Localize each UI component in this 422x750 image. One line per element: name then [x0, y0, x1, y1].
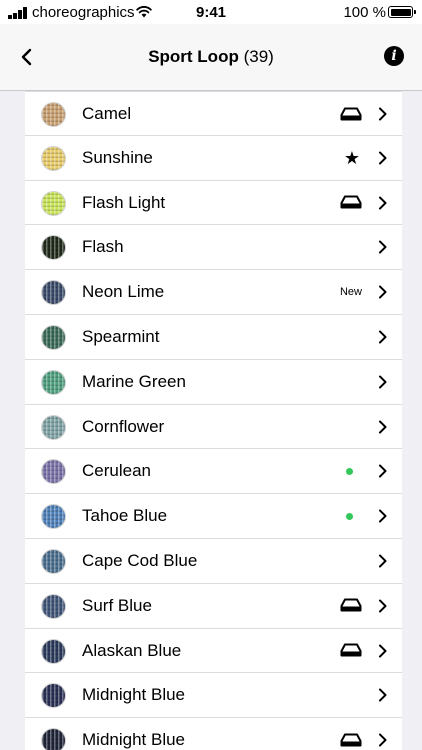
band-swatch-icon — [41, 102, 66, 127]
band-swatch-icon — [41, 190, 66, 216]
chevron-right-icon — [379, 644, 387, 658]
chevron-right-icon — [379, 240, 387, 254]
band-swatch-icon — [41, 145, 66, 171]
band-name: Flash — [82, 237, 124, 257]
band-name: Flash Light — [82, 192, 166, 212]
owned-band-icon — [340, 733, 362, 747]
band-accessory — [340, 92, 362, 136]
band-name: Cape Cod Blue — [82, 550, 198, 570]
page-title-count: (39) — [243, 47, 274, 66]
band-row[interactable]: Neon Lime New — [25, 270, 402, 315]
chevron-right-icon — [379, 285, 387, 299]
owned-band-icon — [340, 195, 362, 209]
band-accessory — [340, 584, 362, 628]
band-accessory — [340, 181, 362, 225]
chevron-right-icon — [379, 151, 387, 165]
page-title-text: Sport Loop — [148, 47, 239, 66]
status-bar: choreographics 9:41 100 % — [0, 0, 422, 24]
band-row[interactable]: Camel — [25, 91, 402, 136]
chevron-right-icon — [379, 420, 387, 434]
band-name: Midnight Blue — [82, 685, 186, 705]
band-accessory — [346, 449, 362, 493]
owned-band-icon — [340, 598, 362, 612]
band-name: Tahoe Blue — [82, 506, 168, 526]
chevron-right-icon — [379, 554, 387, 568]
band-name: Sunshine — [82, 147, 153, 167]
band-row[interactable]: Cornflower — [25, 405, 402, 450]
owned-band-icon — [340, 643, 362, 657]
band-row[interactable]: Marine Green — [25, 360, 402, 405]
owned-band-icon — [340, 107, 362, 120]
chevron-right-icon — [379, 330, 387, 344]
band-accessory: ★ — [344, 136, 362, 180]
chevron-right-icon — [379, 733, 387, 747]
battery-icon — [388, 6, 416, 18]
status-dot-icon — [346, 467, 353, 475]
band-swatch-icon — [41, 728, 66, 750]
band-accessory — [340, 718, 362, 750]
band-row[interactable]: Flash — [25, 225, 402, 271]
new-badge: New — [339, 286, 362, 299]
band-name: Surf Blue — [82, 595, 152, 615]
info-icon[interactable]: i — [384, 46, 404, 66]
favorite-star-icon: ★ — [343, 147, 360, 168]
band-list: Camel Sunshine ★ Flash Light Flash Neon Lime N… — [25, 91, 402, 750]
band-name: Alaskan Blue — [82, 640, 182, 660]
band-swatch-icon — [41, 638, 66, 664]
band-row[interactable]: Midnight Blue — [25, 673, 402, 719]
chevron-right-icon — [379, 375, 387, 389]
band-row[interactable]: Flash Light — [25, 181, 402, 226]
chevron-right-icon — [379, 509, 387, 523]
band-accessory — [340, 629, 362, 673]
band-name: Cerulean — [82, 461, 151, 481]
band-swatch-icon — [41, 683, 66, 709]
band-accessory — [346, 494, 362, 538]
band-name: Spearmint — [82, 326, 160, 346]
band-name: Midnight Blue — [82, 730, 186, 750]
band-row[interactable]: Tahoe Blue — [25, 494, 402, 539]
navigation-bar: Sport Loop (39) i — [0, 24, 422, 91]
chevron-right-icon — [379, 599, 387, 613]
battery-percent: 100 % — [343, 4, 386, 21]
chevron-right-icon — [379, 464, 387, 478]
band-swatch-icon — [41, 324, 66, 350]
page-title: Sport Loop (39) — [0, 47, 422, 67]
band-name: Camel — [82, 104, 132, 123]
status-dot-icon — [346, 512, 353, 520]
band-row[interactable]: Surf Blue — [25, 584, 402, 629]
chevron-right-icon — [379, 688, 387, 702]
band-swatch-icon — [41, 593, 66, 619]
band-row[interactable]: Alaskan Blue — [25, 629, 402, 674]
band-name: Marine Green — [82, 371, 186, 391]
chevron-right-icon — [379, 107, 387, 121]
band-row[interactable]: Cape Cod Blue — [25, 539, 402, 584]
band-swatch-icon — [41, 280, 66, 306]
band-name: Cornflower — [82, 416, 165, 436]
band-swatch-icon — [41, 369, 66, 395]
band-accessory: New — [340, 270, 362, 314]
band-row[interactable]: Spearmint — [25, 315, 402, 360]
band-swatch-icon — [41, 235, 66, 261]
band-swatch-icon — [41, 459, 66, 485]
band-row[interactable]: Midnight Blue — [25, 718, 402, 750]
band-name: Neon Lime — [82, 282, 165, 302]
band-row[interactable]: Cerulean — [25, 449, 402, 495]
band-swatch-icon — [41, 414, 66, 440]
band-swatch-icon — [41, 548, 66, 574]
chevron-right-icon — [379, 196, 387, 210]
band-swatch-icon — [41, 504, 66, 530]
band-row[interactable]: Sunshine ★ — [25, 136, 402, 181]
